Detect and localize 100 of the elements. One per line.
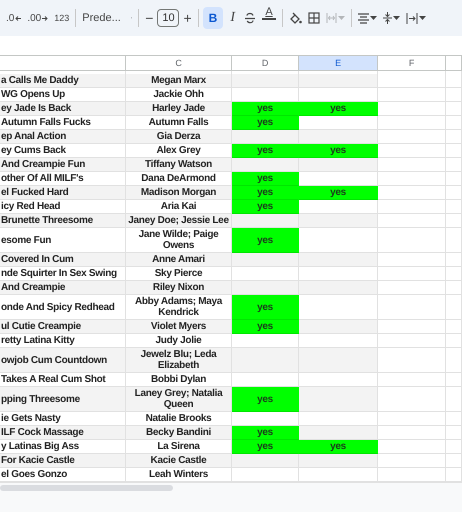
decrease-decimals-button[interactable]: .0 (4, 7, 24, 29)
table-cell: yes (232, 144, 299, 158)
arrow-icon (42, 16, 48, 20)
number-format-button[interactable]: 123 (52, 7, 72, 29)
table-cell: Jewelz Blu; Leda Elizabeth (126, 348, 232, 373)
table-cell: yes (232, 172, 299, 186)
table-cell: pping Threesome (0, 387, 126, 412)
table-cell (378, 116, 446, 130)
table-cell: Anne Amari (126, 253, 232, 267)
increase-font-size-button[interactable]: + (181, 7, 194, 29)
table-cell (446, 373, 462, 387)
table-cell (378, 253, 446, 267)
table-cell (232, 454, 299, 468)
table-cell: yes (232, 295, 299, 320)
table-cell: yes (299, 144, 378, 158)
table-cell (446, 88, 462, 102)
table-cell (378, 144, 446, 158)
table-cell (446, 172, 462, 186)
table-cell: Megan Marx (126, 74, 232, 88)
column-header[interactable]: F (378, 56, 446, 71)
table-cell (446, 186, 462, 200)
table-cell: Riley Nixon (126, 281, 232, 295)
table-cell (446, 253, 462, 267)
table-cell: yes (232, 102, 299, 116)
table-cell (232, 281, 299, 295)
table-cell (446, 320, 462, 334)
table-cell: yes (232, 228, 299, 253)
table-cell: yes (232, 426, 299, 440)
decrease-font-size-button[interactable]: − (143, 7, 156, 29)
table-cell (446, 267, 462, 281)
caret-icon (338, 16, 345, 20)
column-header[interactable]: D (232, 56, 299, 71)
font-dropdown[interactable]: Prede... (80, 7, 134, 29)
table-cell (446, 158, 462, 172)
font-size-field[interactable]: 10 (157, 9, 180, 27)
table-cell: ul Cutie Creampie (0, 320, 126, 334)
table-cell (378, 281, 446, 295)
text-color-button[interactable]: A (260, 7, 278, 29)
table-cell (378, 102, 446, 116)
table-cell: Covered In Cum (0, 253, 126, 267)
italic-button[interactable]: I (225, 7, 240, 29)
table-cell (446, 348, 462, 373)
table-cell (446, 295, 462, 320)
table-cell (446, 214, 462, 228)
table-cell (232, 74, 299, 88)
table-cell: For Kacie Castle (0, 454, 126, 468)
strikethrough-icon (244, 12, 256, 24)
column-header[interactable]: C (126, 56, 232, 71)
table-cell (378, 130, 446, 144)
table-cell (378, 348, 446, 373)
table-cell (446, 412, 462, 426)
table-cell: Harley Jade (126, 102, 232, 116)
bold-button[interactable]: B (202, 7, 224, 29)
table-cell: yes (299, 440, 378, 454)
table-cell (378, 426, 446, 440)
table-cell: yes (232, 440, 299, 454)
table-cell (446, 116, 462, 130)
table-cell (446, 200, 462, 214)
table-cell (378, 74, 446, 88)
table-cell: Becky Bandini (126, 426, 232, 440)
horizontal-scrollbar[interactable] (0, 485, 173, 491)
increase-decimals-button[interactable]: .00 (25, 7, 50, 29)
table-cell (378, 200, 446, 214)
table-cell (232, 214, 299, 228)
text-wrap-icon (406, 12, 418, 24)
table-cell (446, 144, 462, 158)
table-cell (446, 281, 462, 295)
table-cell (446, 440, 462, 454)
table-cell: Gia Derza (126, 130, 232, 144)
table-cell (378, 373, 446, 387)
column-header[interactable]: E (299, 56, 378, 71)
table-cell (378, 295, 446, 320)
table-cell (378, 387, 446, 412)
table-cell: yes (232, 116, 299, 130)
table-cell: And Creampie (0, 281, 126, 295)
borders-icon (308, 12, 320, 24)
caret-icon (393, 16, 400, 20)
table-cell (446, 454, 462, 468)
table-cell: Brunette Threesome (0, 214, 126, 228)
arrow-icon (15, 16, 22, 20)
table-cell (446, 130, 462, 144)
align-center-icon (358, 12, 369, 24)
table-cell (378, 334, 446, 348)
table-cell (378, 88, 446, 102)
table-cell: Laney Grey; Natalia Queen (126, 387, 232, 412)
table-cell (446, 228, 462, 253)
table-cell: And Creampie Fun (0, 158, 126, 172)
table-cell (378, 214, 446, 228)
table-cell (446, 426, 462, 440)
table-cell (378, 320, 446, 334)
table-cell: yes (232, 186, 299, 200)
table-cell (378, 186, 446, 200)
table-cell: Tiffany Watson (126, 158, 232, 172)
table-cell (378, 172, 446, 186)
table-cell (232, 348, 299, 373)
table-cell (378, 267, 446, 281)
table-cell (446, 74, 462, 88)
table-cell (446, 334, 462, 348)
table-cell: yes (299, 102, 378, 116)
table-cell: ep Anal Action (0, 130, 126, 144)
